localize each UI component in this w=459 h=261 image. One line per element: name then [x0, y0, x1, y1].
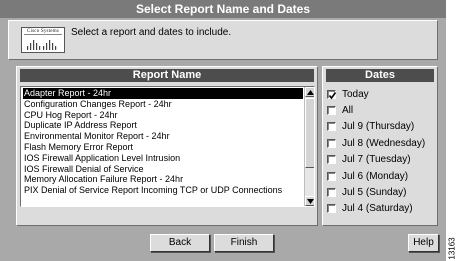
report-name-panel: Report Name Adapter Report - 24hr Configu… — [16, 66, 318, 226]
date-checkbox[interactable] — [327, 188, 336, 198]
date-checkbox[interactable] — [327, 89, 337, 100]
date-option[interactable]: Today — [327, 86, 435, 102]
scroll-up-button[interactable] — [305, 87, 314, 97]
date-checkbox[interactable] — [327, 204, 336, 214]
report-dialog: Select Report Name and Dates Cisco Syste… — [0, 0, 446, 261]
date-checkbox[interactable] — [327, 138, 336, 148]
date-option[interactable]: Jul 9 (Thursday) — [327, 119, 435, 135]
report-list-item[interactable]: CPU Hog Report - 24hr — [23, 110, 303, 121]
date-label: All — [342, 105, 354, 117]
report-scrollbar[interactable] — [304, 87, 314, 206]
date-label: Today — [342, 88, 369, 100]
report-list-item[interactable]: Adapter Report - 24hr — [23, 88, 303, 99]
scroll-thumb[interactable] — [305, 98, 314, 168]
dialog-title: Select Report Name and Dates — [0, 0, 446, 18]
date-label: Jul 5 (Sunday) — [342, 187, 407, 199]
report-list-item[interactable]: IOS Firewall Application Level Intrusion — [23, 153, 303, 164]
report-list-item[interactable]: PIX Denial of Service Report Incoming TC… — [23, 185, 303, 196]
date-option[interactable]: Jul 7 (Tuesday) — [327, 152, 435, 168]
date-checkbox[interactable] — [327, 155, 336, 165]
date-option[interactable]: Jul 8 (Wednesday) — [327, 135, 435, 151]
figure-id-text: 13163 — [447, 237, 457, 260]
report-list: Adapter Report - 24hr Configuration Chang… — [23, 88, 303, 196]
date-label: Jul 9 (Thursday) — [342, 121, 415, 133]
date-label: Jul 6 (Monday) — [342, 170, 409, 182]
date-list: Today All Jul 9 (Thursday) Jul 8 (Wednesday… — [327, 86, 435, 217]
date-option[interactable]: All — [327, 102, 435, 118]
report-list-item[interactable]: Environmental Monitor Report - 24hr — [23, 131, 303, 142]
date-option[interactable]: Jul 6 (Monday) — [327, 168, 435, 184]
arrow-up-icon — [307, 90, 314, 95]
arrow-down-icon — [307, 199, 314, 204]
report-listbox[interactable]: Adapter Report - 24hr Configuration Chang… — [20, 86, 315, 207]
logo-text: Cisco Systems — [24, 29, 62, 35]
date-option[interactable]: Jul 4 (Saturday) — [327, 201, 435, 217]
date-checkbox[interactable] — [327, 171, 336, 181]
date-label: Jul 7 (Tuesday) — [342, 154, 411, 166]
cisco-logo-icon: Cisco Systems — [21, 27, 65, 53]
figure-id: 13163 — [447, 236, 459, 260]
report-list-item[interactable]: Flash Memory Error Report — [23, 142, 303, 153]
date-checkbox[interactable] — [327, 106, 336, 116]
checkmark-icon — [328, 91, 337, 100]
back-button[interactable]: Back — [150, 234, 210, 252]
date-option[interactable]: Jul 5 (Sunday) — [327, 184, 435, 200]
report-list-item[interactable]: Duplicate IP Address Report — [23, 120, 303, 131]
date-checkbox[interactable] — [327, 122, 336, 132]
help-button[interactable]: Help — [408, 234, 439, 252]
date-label: Jul 8 (Wednesday) — [342, 137, 426, 149]
date-label: Jul 4 (Saturday) — [342, 203, 413, 215]
finish-button[interactable]: Finish — [214, 234, 274, 252]
report-list-item[interactable]: Memory Allocation Failure Report - 24hr — [23, 174, 303, 185]
report-name-header: Report Name — [20, 69, 314, 82]
dates-header: Dates — [326, 69, 434, 82]
dates-panel: Dates Today All Jul 9 (Thursday) Jul 8 (Wed… — [322, 66, 438, 226]
intro-text: Select a report and dates to include. — [71, 27, 232, 38]
header-panel: Cisco Systems Select a report and dates … — [8, 20, 438, 60]
scroll-down-button[interactable] — [305, 196, 314, 206]
report-list-item[interactable]: IOS Firewall Denial of Service — [23, 164, 303, 175]
report-list-item[interactable]: Configuration Changes Report - 24hr — [23, 99, 303, 110]
